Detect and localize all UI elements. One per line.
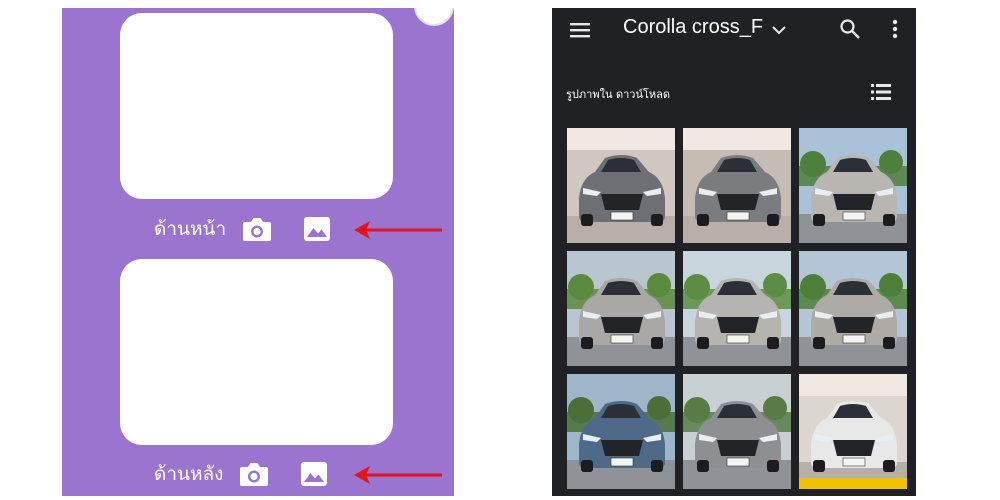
photo-thumbnail[interactable] [799, 128, 907, 243]
front-slot-controls: ด้านหน้า [154, 213, 332, 245]
photo-thumbnail[interactable] [567, 374, 675, 489]
gallery-screen: Corolla cross_F รูปภาพใน ดาวน์โหลด [552, 8, 916, 496]
chevron-down-icon[interactable] [770, 21, 788, 39]
photo-thumbnail[interactable] [683, 251, 791, 366]
upload-panel: ด้านหน้า ด้านหลัง [62, 8, 454, 496]
folder-title[interactable]: Corolla cross_F [623, 16, 763, 39]
list-view-icon[interactable] [871, 83, 891, 101]
red-arrow-icon [354, 466, 442, 484]
camera-icon[interactable] [239, 460, 269, 488]
back-slot-controls: ด้านหลัง [154, 458, 329, 490]
red-arrow-icon [354, 221, 442, 239]
photo-thumbnail[interactable] [683, 128, 791, 243]
image-icon[interactable] [302, 215, 332, 243]
photo-thumbnail[interactable] [567, 251, 675, 366]
photo-grid [567, 128, 907, 489]
photo-thumbnail[interactable] [683, 374, 791, 489]
photo-thumbnail[interactable] [799, 251, 907, 366]
back-photo-slot[interactable] [120, 259, 393, 445]
front-photo-slot[interactable] [120, 13, 393, 199]
more-vert-icon[interactable] [887, 18, 903, 40]
search-icon[interactable] [839, 18, 861, 40]
section-label: รูปภาพใน ดาวน์โหลด [566, 88, 671, 101]
menu-icon[interactable] [569, 19, 591, 41]
photo-thumbnail[interactable] [567, 128, 675, 243]
app-bar: Corolla cross_F [552, 8, 916, 52]
back-label: ด้านหลัง [154, 463, 224, 485]
close-badge[interactable] [414, 8, 454, 26]
camera-icon[interactable] [242, 215, 272, 243]
image-icon[interactable] [299, 460, 329, 488]
front-label: ด้านหน้า [154, 218, 227, 240]
photo-thumbnail[interactable] [799, 374, 907, 489]
